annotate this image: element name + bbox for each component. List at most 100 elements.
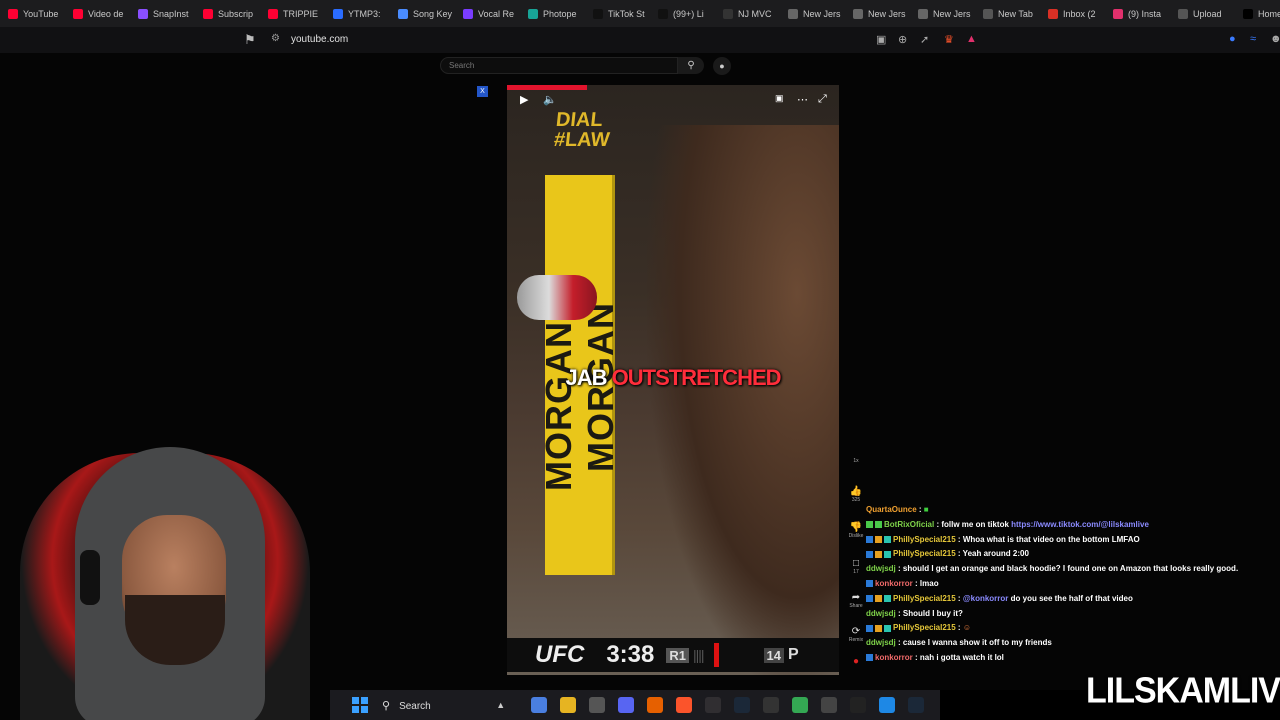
chat-badge-icon (866, 654, 873, 662)
copilot-icon[interactable] (530, 697, 547, 713)
chat-message: PhillySpecial215 : Whoa what is that vid… (866, 533, 1280, 548)
browser-tab-label: (99+) Li (673, 8, 704, 19)
browser-tab-label: Subscrip (218, 8, 254, 19)
browser-tab[interactable]: Upload (1170, 0, 1235, 27)
browser-tab[interactable]: NJ MVC (715, 0, 780, 27)
caption-word-white: JAB (565, 365, 607, 390)
chat-link[interactable]: https://www.tiktok.com/@lilskamlive (1009, 520, 1149, 529)
brave-rewards-icon[interactable]: ▲ (966, 33, 977, 45)
taskbar-search-label: Search (399, 700, 431, 712)
chat-username: ddwjsdj (866, 638, 896, 648)
discord-icon[interactable] (617, 697, 634, 713)
brave-shields-icon[interactable]: ♛ (944, 33, 954, 46)
shorts-video-player[interactable]: MORGAN & MORGAN DIAL #LAW JAB OUTSTRETCH… (507, 85, 839, 675)
browser-tab[interactable]: Photope (520, 0, 585, 27)
site-settings-icon[interactable]: ⚙ (271, 33, 280, 44)
mic-button[interactable]: ● (713, 57, 731, 75)
obs-icon[interactable] (704, 697, 721, 713)
browser-tab[interactable]: Vocal Re (455, 0, 520, 27)
green-emote: ■ (923, 505, 929, 514)
chat-text: Yeah around 2:00 (962, 549, 1029, 559)
notepad-icon[interactable] (878, 697, 895, 713)
browser-tab[interactable]: New Jers (910, 0, 975, 27)
file-explorer-icon[interactable] (559, 697, 576, 713)
more-options-icon[interactable]: ⋯ (797, 93, 808, 106)
browser-tab-label: SnapInst (153, 8, 189, 19)
chat-badge-icon (875, 521, 882, 529)
play-icon[interactable]: ▶ (520, 93, 528, 106)
ufc-logo: UFC (535, 641, 585, 668)
search-button[interactable]: ⚲ (678, 57, 704, 74)
search-input[interactable]: Search (440, 57, 678, 74)
video-caption: JAB OUTSTRETCHED (507, 365, 839, 391)
browser-tab[interactable]: TRIPPIE (260, 0, 325, 27)
browser-tab-label: Home / (1258, 8, 1280, 19)
browser-tab[interactable]: Song Key (390, 0, 455, 27)
browser-tab[interactable]: YTMP3: (325, 0, 390, 27)
captions-icon[interactable]: ▣ (775, 93, 784, 104)
remix-button[interactable]: ⟳ Remix (845, 626, 867, 643)
comments-button[interactable]: □ 17 (845, 558, 867, 575)
share-button[interactable]: ➦ Share (845, 592, 867, 609)
share-icon[interactable]: ➚ (920, 33, 929, 46)
chat-message: ddwjsdj : Should I buy it? (866, 608, 963, 618)
cast-icon[interactable]: ▣ (876, 33, 886, 46)
comment-count: 17 (853, 569, 859, 575)
profile-icon[interactable]: ☻ (1270, 33, 1280, 45)
widgets-icon[interactable]: ▲ (493, 697, 509, 713)
browser-tab[interactable]: New Jers (845, 0, 910, 27)
browser-tab[interactable]: TikTok St (585, 0, 650, 27)
red-marker (713, 643, 719, 667)
url-field[interactable]: youtube.com (291, 34, 348, 45)
dislike-button[interactable]: 👎 Dislike (845, 522, 867, 539)
chrome-icon[interactable] (791, 697, 808, 713)
windows-start-icon[interactable] (352, 697, 368, 713)
laugh-emote: ☺ (962, 623, 971, 633)
extension-badge-icon[interactable]: X (477, 86, 488, 97)
steam-icon[interactable] (733, 697, 750, 713)
avatar-icon: ● (852, 656, 860, 667)
zoom-icon[interactable]: ⊕ (898, 33, 907, 46)
volume-icon[interactable]: 🔈 (543, 93, 557, 106)
browser-tab[interactable]: Video de (65, 0, 130, 27)
browser-tab[interactable]: YouTube (0, 0, 65, 27)
capcut-icon[interactable] (849, 697, 866, 713)
taskbar-search[interactable]: ⚲ Search (382, 699, 431, 712)
steam-icon[interactable] (907, 697, 924, 713)
like-button[interactable]: 👍 325 (845, 486, 867, 503)
store-icon[interactable] (588, 697, 605, 713)
chat-text: should I get an orange and black hoodie?… (902, 564, 1239, 574)
chat-badge-icon (884, 595, 891, 603)
chat-username: PhillySpecial215 (893, 593, 956, 603)
browser-tab-label: Vocal Re (478, 8, 515, 19)
speed-button[interactable]: 1x (845, 458, 867, 464)
extension-icon[interactable]: ● (1229, 33, 1236, 45)
stream-chat-overlay: QuartaOunce : ■ BotRixOficial : follw me … (866, 503, 1280, 666)
channel-avatar[interactable]: ● (845, 656, 867, 667)
msi-icon[interactable] (762, 697, 779, 713)
round-indicator: R1 (666, 647, 689, 663)
browser-tab[interactable]: SnapInst (130, 0, 195, 27)
brave-icon[interactable] (675, 697, 692, 713)
chat-badge-icon (884, 624, 891, 632)
browser-tab[interactable]: Home / (1235, 0, 1280, 27)
4k-icon[interactable] (820, 697, 837, 713)
chat-username: QuartaOunce (866, 505, 917, 514)
channel-watermark: LILSKAMLIVE (1086, 671, 1280, 711)
firefox-icon[interactable] (646, 697, 663, 713)
chat-message: PhillySpecial215 : ☺ (866, 621, 1280, 636)
browser-tab[interactable]: (9) Insta (1105, 0, 1170, 27)
share-label: Share (849, 603, 863, 609)
voice-icon[interactable]: ≈ (1250, 33, 1256, 45)
browser-tab[interactable]: New Tab (975, 0, 1040, 27)
chat-text: lmao (919, 578, 939, 588)
bookmark-icon[interactable]: ⚑ (244, 32, 256, 48)
browser-tab[interactable]: New Jers (780, 0, 845, 27)
fullscreen-icon[interactable]: ⤢ (818, 93, 827, 106)
browser-tab-label: Upload (1193, 8, 1222, 19)
browser-tab[interactable]: Inbox (2 (1040, 0, 1105, 27)
browser-tab[interactable]: Subscrip (195, 0, 260, 27)
chat-badge-icon (884, 550, 891, 558)
browser-tab[interactable]: (99+) Li (650, 0, 715, 27)
globe-icon (918, 8, 928, 19)
